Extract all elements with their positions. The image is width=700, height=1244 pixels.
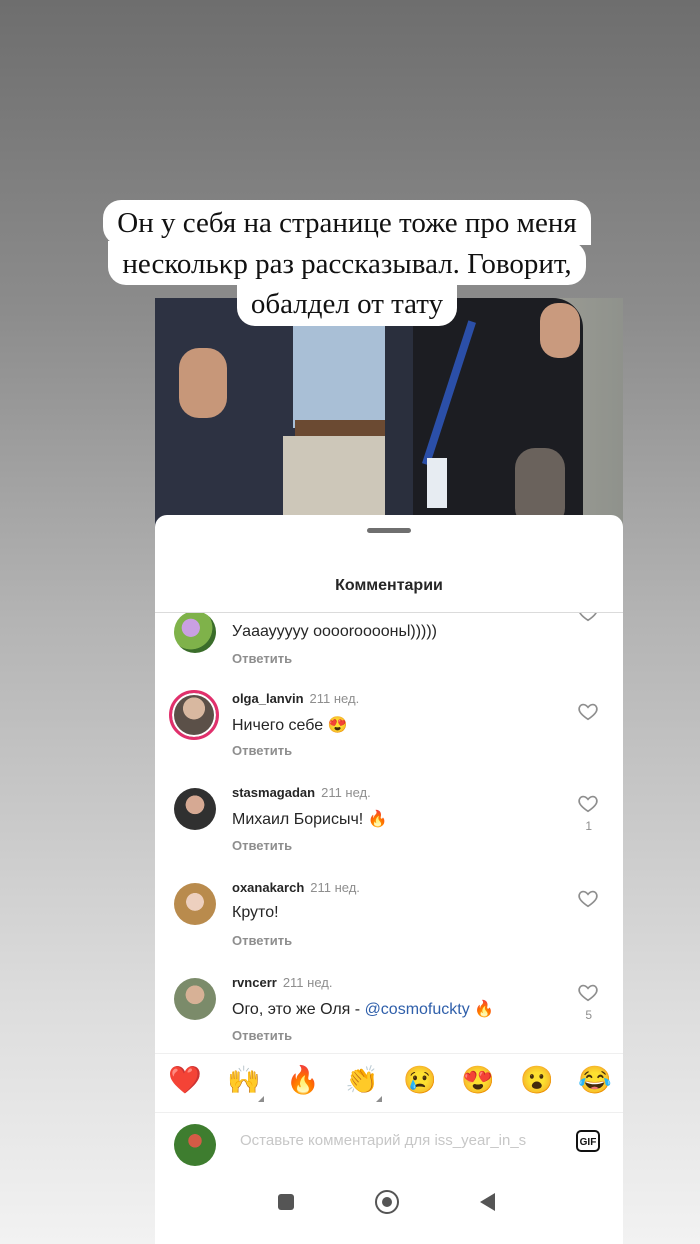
comment-text-part: Ого, это же Оля - (232, 1001, 365, 1018)
reply-button[interactable]: Ответить (232, 743, 292, 758)
reaction-heart[interactable]: ❤️ (168, 1065, 202, 1095)
reaction-raised-hands[interactable]: 🙌 (227, 1065, 261, 1095)
comments-list[interactable]: Уааауyyyy ооооrооооньl))))) Ответить olg… (155, 613, 623, 1053)
comment-time: 211 нед. (309, 691, 360, 706)
gif-button[interactable]: GIF (576, 1130, 600, 1152)
comment-time: 211 нед. (321, 785, 371, 800)
avatar[interactable] (174, 613, 216, 653)
current-user-avatar (174, 1124, 216, 1166)
comment-meta: stasmagadan 211 нед. (232, 785, 371, 800)
reply-button[interactable]: Ответить (232, 651, 292, 666)
reply-button[interactable]: Ответить (232, 1028, 292, 1043)
comment-meta: oxanakarch 211 нед. (232, 880, 360, 895)
comment-item: Уааауyyyy ооооrооооньl))))) Ответить (155, 613, 623, 693)
reaction-heart-eyes[interactable]: 😍 (461, 1065, 495, 1095)
reply-button[interactable]: Ответить (232, 838, 292, 853)
reaction-cry[interactable]: 😢 (403, 1065, 437, 1095)
heart-icon[interactable] (577, 700, 599, 722)
caption-line-2: нескольκр раз рассказывал. Говорит, (108, 240, 586, 285)
comment-item: oxanakarch 211 нед. Круто! Ответить (155, 878, 623, 968)
comment-time: 211 нед. (282, 975, 333, 990)
avatar[interactable] (174, 788, 216, 830)
comment-item: rvncerr 211 нед. Ого, это же Оля - @cosmo… (155, 972, 623, 1053)
reply-button[interactable]: Ответить (232, 933, 292, 948)
avatar[interactable] (174, 978, 216, 1020)
like-count: 1 (585, 819, 592, 833)
caption-line-1: Он у себя на странице тоже про меня (103, 200, 591, 245)
comment-text: Уааауyyyy ооооrооооньl))))) (232, 623, 438, 640)
skin-tone-indicator (258, 1096, 264, 1102)
comment-text: Михаил Борисыч! 🔥 (232, 811, 388, 828)
comment-username[interactable]: stasmagadan (232, 785, 315, 800)
comment-item: olga_lanvin 211 нед. Ничего себе 😍 Ответи… (155, 688, 623, 778)
recent-apps-icon[interactable] (278, 1194, 294, 1210)
comment-item: stasmagadan 211 нед. Михаил Борисыч! 🔥 От… (155, 783, 623, 873)
comment-text-part: 🔥 (469, 1001, 495, 1018)
comment-meta: rvncerr 211 нед. (232, 975, 332, 990)
mention-link[interactable]: @cosmofuckty (365, 1001, 470, 1018)
like-count: 5 (585, 1008, 592, 1022)
heart-icon[interactable] (577, 981, 599, 1003)
quick-reactions-bar: ❤️ 🙌 🔥 👏 😢 😍 😮 😂 (155, 1053, 623, 1113)
heart-icon[interactable] (577, 792, 599, 814)
avatar[interactable] (169, 690, 219, 740)
avatar[interactable] (174, 883, 216, 925)
comment-username[interactable]: olga_lanvin (232, 691, 304, 706)
heart-icon[interactable] (577, 887, 599, 909)
heart-icon[interactable] (577, 613, 599, 623)
comment-username[interactable]: rvncerr (232, 975, 277, 990)
comment-time: 211 нед. (310, 880, 360, 895)
android-nav-bar (155, 1176, 623, 1244)
comment-composer: GIF (155, 1112, 623, 1176)
skin-tone-indicator (376, 1096, 382, 1102)
comment-text: Круто! (232, 904, 279, 921)
caption-line-3: обалдел от тату (236, 281, 458, 326)
comment-meta: olga_lanvin 211 нед. (232, 691, 359, 706)
comment-username[interactable]: oxanakarch (232, 880, 304, 895)
comments-sheet: Комментарии Уааауyyyy ооооrооооньl))))) … (155, 515, 623, 1244)
back-icon[interactable] (480, 1193, 495, 1211)
reaction-clap[interactable]: 👏 (345, 1065, 379, 1095)
reaction-laugh[interactable]: 😂 (578, 1065, 612, 1095)
sheet-title: Комментарии (335, 577, 443, 594)
sheet-grab-handle[interactable] (367, 528, 411, 533)
story-caption: Он у себя на странице тоже про меня неск… (67, 200, 627, 326)
home-icon[interactable] (375, 1190, 399, 1214)
reaction-wow[interactable]: 😮 (520, 1065, 554, 1095)
story-photo (155, 298, 623, 528)
comment-text: Ничего себе 😍 (232, 717, 348, 734)
reaction-fire[interactable]: 🔥 (286, 1065, 320, 1095)
comment-text: Ого, это же Оля - @cosmofuckty 🔥 (232, 999, 494, 1019)
comment-input[interactable] (240, 1132, 558, 1149)
